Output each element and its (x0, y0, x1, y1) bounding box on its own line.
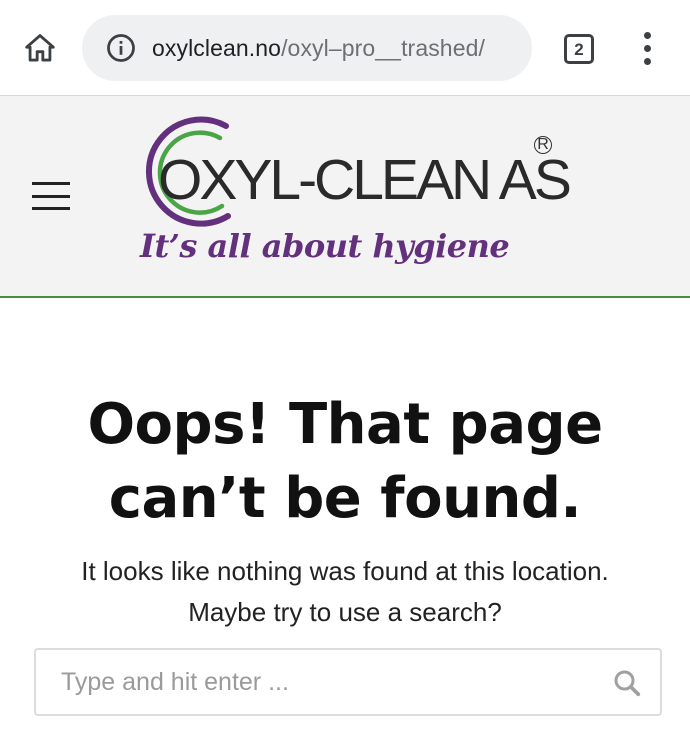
search-input[interactable] (36, 650, 660, 714)
more-vert-icon (643, 31, 651, 39)
url-domain: oxylclean.no (152, 34, 282, 61)
browser-menu-button[interactable] (626, 26, 668, 70)
error-message: It looks like nothing was found at this … (20, 551, 670, 633)
hamburger-line (32, 194, 70, 198)
url-text: oxylclean.no/oxyl–pro__trashed/ (152, 35, 485, 62)
more-vert-icon-dot (643, 57, 651, 65)
tabs-icon: 2 (564, 34, 594, 64)
home-button[interactable] (18, 26, 62, 70)
site-header: OXYL-CLEAN AS R It’s all about hygiene (0, 96, 690, 298)
error-message-line2: Maybe try to use a search? (188, 597, 502, 627)
registered-mark: R (534, 136, 552, 154)
home-icon (25, 34, 55, 62)
search-icon[interactable] (612, 668, 642, 698)
hamburger-line (32, 182, 70, 185)
more-vert-icon-dot (643, 44, 651, 52)
error-message-line1: It looks like nothing was found at this … (81, 556, 609, 586)
browser-toolbar: oxylclean.no/oxyl–pro__trashed/ 2 (0, 0, 690, 96)
main-content: Oops! That page can’t be found. It looks… (0, 300, 690, 742)
address-bar[interactable]: oxylclean.no/oxyl–pro__trashed/ (82, 15, 532, 81)
url-path: /oxyl–pro__trashed/ (281, 34, 485, 61)
logo-name: OXYL-CLEAN AS (158, 148, 572, 212)
tab-switcher-button[interactable]: 2 (558, 28, 600, 70)
search-form (34, 648, 662, 716)
logo-tagline: It’s all about hygiene (140, 227, 510, 265)
error-title: Oops! That page can’t be found. (87, 392, 603, 531)
info-icon[interactable] (106, 33, 136, 63)
site-logo[interactable]: OXYL-CLEAN AS R It’s all about hygiene (126, 112, 572, 288)
hamburger-line (32, 207, 70, 210)
hamburger-menu-icon[interactable] (32, 180, 72, 212)
tab-count: 2 (574, 39, 584, 59)
